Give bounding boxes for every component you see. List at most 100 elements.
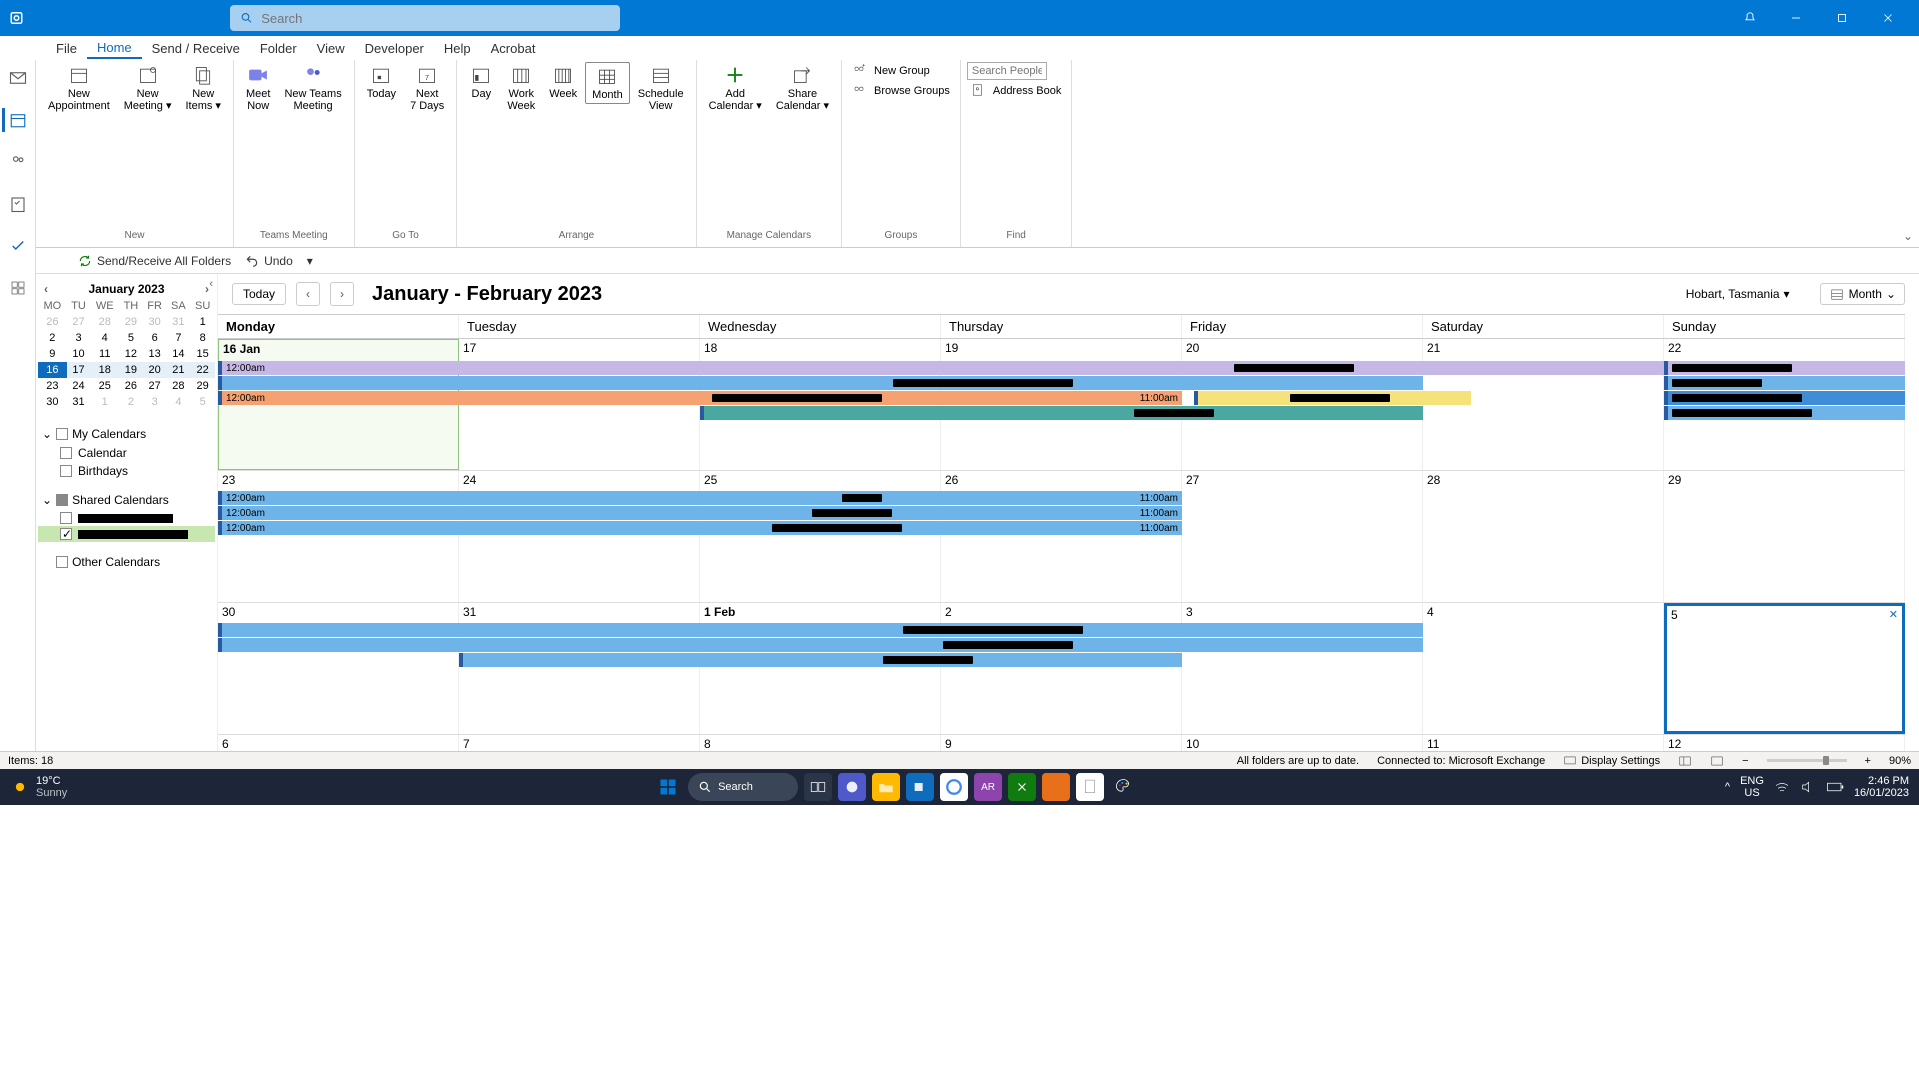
share-calendar-button[interactable]: ShareCalendar ▾	[770, 62, 835, 114]
minical-day[interactable]: 12	[119, 346, 143, 362]
tasks-nav[interactable]	[4, 192, 32, 216]
global-search-input[interactable]	[261, 11, 610, 26]
zoom-out-button[interactable]: −	[1742, 755, 1748, 767]
add-calendar-button[interactable]: AddCalendar ▾	[703, 62, 768, 114]
calendar-event[interactable]	[218, 376, 1423, 390]
minical-day[interactable]: 19	[119, 362, 143, 378]
menu-tab-send-receive[interactable]: Send / Receive	[142, 39, 250, 58]
calendar-cell[interactable]: 29	[1664, 471, 1905, 602]
task-view-button[interactable]	[804, 773, 832, 801]
calendar-item-birthdays[interactable]: Birthdays	[38, 462, 215, 480]
new-teams-meeting-button[interactable]: New TeamsMeeting	[278, 62, 347, 114]
new-appointment-button[interactable]: NewAppointment	[42, 62, 116, 114]
minical-day[interactable]: 5	[119, 330, 143, 346]
calendar-cell[interactable]: 11	[1423, 735, 1664, 751]
shared-calendar-2[interactable]: ✓	[38, 526, 215, 542]
calendar-cell[interactable]: 4	[1423, 603, 1664, 734]
calendar-cell[interactable]: 8	[700, 735, 941, 751]
zoom-in-button[interactable]: +	[1865, 755, 1871, 767]
today-button[interactable]: Today	[361, 62, 402, 102]
more-nav[interactable]	[4, 276, 32, 300]
minical-day[interactable]: 10	[67, 346, 91, 362]
calendar-event[interactable]	[1664, 406, 1905, 420]
minical-day[interactable]: 11	[90, 346, 119, 362]
month-view-button[interactable]: Month	[585, 62, 630, 104]
mini-calendar[interactable]: MOTUWETHFRSASU26272829303112345678910111…	[38, 298, 215, 410]
battery-icon[interactable]	[1826, 781, 1844, 793]
calendar-cell[interactable]: 10	[1182, 735, 1423, 751]
close-cell-button[interactable]: ✕	[1889, 608, 1898, 621]
calendar-event[interactable]: 12:00am11:00am	[218, 361, 1905, 375]
wifi-icon[interactable]	[1774, 780, 1790, 794]
shared-calendar-1[interactable]	[38, 510, 215, 526]
quick-access-customize[interactable]: ▾	[307, 254, 313, 268]
collapse-ribbon-button[interactable]: ⌄	[1903, 229, 1913, 243]
global-search[interactable]	[230, 5, 620, 31]
calendar-grid[interactable]: 16 Jan17181920212212:00am11:00am12:00am1…	[218, 339, 1905, 751]
calendar-event[interactable]	[1194, 391, 1471, 405]
new-meeting-button[interactable]: NewMeeting ▾	[118, 62, 178, 114]
minical-prev-button[interactable]: ‹	[44, 282, 48, 296]
minical-day[interactable]: 4	[90, 330, 119, 346]
new-items-button[interactable]: NewItems ▾	[179, 62, 226, 114]
weather-location[interactable]: Hobart, Tasmania▾	[1686, 287, 1790, 301]
minical-day[interactable]: 30	[38, 394, 67, 410]
goto-today-button[interactable]: Today	[232, 283, 286, 305]
volume-icon[interactable]	[1800, 780, 1816, 794]
taskbar-teams[interactable]	[838, 773, 866, 801]
minical-day[interactable]: 16	[38, 362, 67, 378]
menu-tab-file[interactable]: File	[46, 39, 87, 58]
minical-day[interactable]: 23	[38, 378, 67, 394]
view-selector[interactable]: Month⌄	[1820, 283, 1905, 305]
notifications-button[interactable]	[1727, 0, 1773, 36]
calendar-event[interactable]: 12:00am11:00am	[218, 521, 1182, 535]
minical-day[interactable]: 21	[167, 362, 191, 378]
calendar-event[interactable]	[700, 406, 1423, 420]
day-view-button[interactable]: Day	[463, 62, 499, 102]
zoom-slider[interactable]	[1767, 759, 1847, 762]
tray-expand-button[interactable]: ^	[1725, 781, 1730, 793]
calendar-event[interactable]	[218, 623, 1423, 637]
minical-day[interactable]: 28	[90, 314, 119, 330]
next-7-days-button[interactable]: 7Next7 Days	[404, 62, 450, 114]
minical-day[interactable]: 2	[119, 394, 143, 410]
minical-day[interactable]: 22	[190, 362, 215, 378]
taskbar-search[interactable]: Search	[688, 773, 798, 801]
taskbar-paint[interactable]	[1110, 773, 1138, 801]
taskbar-notepad[interactable]	[1076, 773, 1104, 801]
new-group-button[interactable]: New Group	[848, 62, 934, 80]
taskbar-app-orange[interactable]	[1042, 773, 1070, 801]
minical-day[interactable]: 1	[190, 314, 215, 330]
language-indicator[interactable]: ENGUS	[1740, 775, 1764, 799]
address-book-button[interactable]: Address Book	[967, 82, 1065, 100]
meet-now-button[interactable]: MeetNow	[240, 62, 276, 114]
display-settings-button[interactable]: Display Settings	[1563, 755, 1660, 767]
minical-day[interactable]: 2	[38, 330, 67, 346]
menu-tab-developer[interactable]: Developer	[355, 39, 434, 58]
maximize-button[interactable]	[1819, 0, 1865, 36]
minical-day[interactable]: 7	[167, 330, 191, 346]
calendar-cell[interactable]: 12	[1664, 735, 1905, 751]
prev-period-button[interactable]: ‹	[296, 282, 320, 306]
work-week-button[interactable]: WorkWeek	[501, 62, 541, 114]
collapse-sidebar-button[interactable]: ‹	[209, 278, 213, 290]
minical-day[interactable]: 3	[143, 394, 167, 410]
calendar-cell[interactable]: 6	[218, 735, 459, 751]
calendar-event[interactable]	[1664, 361, 1905, 375]
close-button[interactable]	[1865, 0, 1911, 36]
minical-day[interactable]: 29	[190, 378, 215, 394]
browse-groups-button[interactable]: Browse Groups	[848, 82, 954, 100]
minical-day[interactable]: 17	[67, 362, 91, 378]
minical-day[interactable]: 28	[167, 378, 191, 394]
calendar-cell[interactable]: 27	[1182, 471, 1423, 602]
todo-nav[interactable]	[4, 234, 32, 258]
minical-day[interactable]: 13	[143, 346, 167, 362]
start-button[interactable]	[654, 773, 682, 801]
week-view-button[interactable]: Week	[543, 62, 583, 102]
minical-day[interactable]: 31	[167, 314, 191, 330]
calendar-event[interactable]	[1664, 391, 1905, 405]
calendar-event[interactable]: 12:00am11:00am	[218, 491, 1182, 505]
minical-day[interactable]: 31	[67, 394, 91, 410]
minical-day[interactable]: 24	[67, 378, 91, 394]
minical-day[interactable]: 8	[190, 330, 215, 346]
